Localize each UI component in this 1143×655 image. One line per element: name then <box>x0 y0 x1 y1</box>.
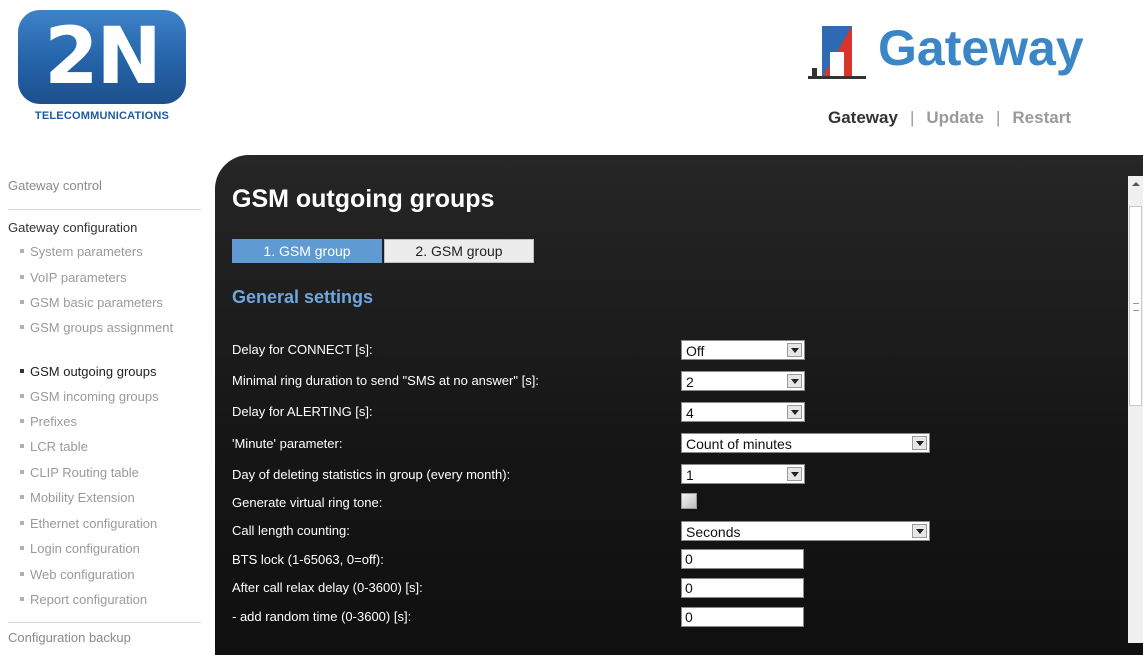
sidebar-item-login-configuration[interactable]: Login configuration <box>20 541 200 556</box>
sidebar-item-label: Web configuration <box>30 567 135 582</box>
tab-gsm-group-2[interactable]: 2. GSM group <box>384 239 534 263</box>
chevron-down-icon[interactable] <box>787 374 802 388</box>
sidebar-item-gsm-basic-parameters[interactable]: GSM basic parameters <box>20 295 200 310</box>
bullet-icon <box>20 394 24 398</box>
select-value: 4 <box>686 405 694 421</box>
label-delete-stats-day: Day of deleting statistics in group (eve… <box>232 467 511 482</box>
grip-icon <box>1133 303 1139 311</box>
scroll-up-arrow-icon[interactable] <box>1128 176 1143 192</box>
bullet-icon <box>20 325 24 329</box>
input-relax-delay[interactable] <box>681 578 804 598</box>
label-virtual-ring-tone: Generate virtual ring tone: <box>232 495 383 510</box>
bullet-icon <box>20 249 24 253</box>
label-delay-alerting: Delay for ALERTING [s]: <box>232 404 373 419</box>
logo-text: 2N <box>44 12 162 102</box>
select-delay-alerting[interactable]: 4 <box>681 402 805 422</box>
sidebar-item-gsm-outgoing-groups[interactable]: GSM outgoing groups <box>20 364 200 379</box>
sidebar-gateway-control[interactable]: Gateway control <box>8 178 102 193</box>
tab-gsm-group-1[interactable]: 1. GSM group <box>232 239 382 263</box>
section-title-general-settings: General settings <box>232 287 374 307</box>
sidebar-item-label: Ethernet configuration <box>30 516 158 531</box>
sidebar-item-label: Login configuration <box>30 541 140 556</box>
label-bts-lock: BTS lock (1-65063, 0=off): <box>232 552 384 567</box>
bullet-icon <box>20 419 24 423</box>
select-value: Seconds <box>686 524 741 540</box>
logo-subtitle: TELECOMMUNICATIONS <box>34 110 170 122</box>
input-bts-lock[interactable] <box>681 549 804 569</box>
sidebar-item-label: GSM outgoing groups <box>30 364 157 379</box>
chevron-down-icon[interactable] <box>912 436 927 450</box>
label-min-ring-duration: Minimal ring duration to send "SMS at no… <box>232 373 539 388</box>
bullet-icon <box>20 521 24 525</box>
sidebar-item-report-configuration[interactable]: Report configuration <box>20 592 200 607</box>
bullet-icon <box>20 300 24 304</box>
select-minute-parameter[interactable]: Count of minutes <box>681 433 930 453</box>
bullet-icon <box>20 495 24 499</box>
label-relax-delay: After call relax delay (0-3600) [s]: <box>232 580 423 595</box>
sidebar-item-gsm-incoming-groups[interactable]: GSM incoming groups <box>20 389 200 404</box>
sidebar-item-gsm-groups-assignment[interactable]: GSM groups assignment <box>20 320 200 335</box>
sidebar-divider <box>8 622 201 623</box>
bullet-icon <box>20 444 24 448</box>
sidebar-divider <box>8 209 201 210</box>
select-value: 1 <box>686 467 694 483</box>
sidebar-item-label: Prefixes <box>30 414 77 429</box>
sidebar-gateway-configuration[interactable]: Gateway configuration <box>8 220 137 235</box>
sidebar-item-label: Mobility Extension <box>30 490 135 505</box>
sidebar-item-prefixes[interactable]: Prefixes <box>20 414 200 429</box>
bullet-icon <box>20 369 24 373</box>
bullet-icon <box>20 597 24 601</box>
label-delay-connect: Delay for CONNECT [s]: <box>232 342 373 357</box>
sidebar-item-web-configuration[interactable]: Web configuration <box>20 567 200 582</box>
select-delay-connect[interactable]: Off <box>681 340 805 360</box>
sidebar-item-label: System parameters <box>30 244 143 259</box>
nav-separator: | <box>909 108 915 127</box>
sidebar-item-label: VoIP parameters <box>30 270 127 285</box>
sidebar-item-label: GSM basic parameters <box>30 295 163 310</box>
select-value: Off <box>686 343 705 359</box>
sidebar-item-label: Report configuration <box>30 592 148 607</box>
select-min-ring-duration[interactable]: 2 <box>681 371 805 391</box>
label-minute-parameter: 'Minute' parameter: <box>232 436 343 451</box>
label-random-time: - add random time (0-3600) [s]: <box>232 609 412 624</box>
nav-separator: | <box>995 108 1001 127</box>
select-delete-stats-day[interactable]: 1 <box>681 464 805 484</box>
sidebar-item-label: GSM incoming groups <box>30 389 159 404</box>
nav-restart[interactable]: Restart <box>1012 108 1071 127</box>
brand-logo: 2N <box>18 10 186 104</box>
sidebar-item-lcr-table[interactable]: LCR table <box>20 439 200 454</box>
sidebar-item-ethernet-configuration[interactable]: Ethernet configuration <box>20 516 200 531</box>
bullet-icon <box>20 470 24 474</box>
nav-update[interactable]: Update <box>926 108 984 127</box>
sidebar-item-label: CLIP Routing table <box>30 465 139 480</box>
bullet-icon <box>20 275 24 279</box>
product-name: Gateway <box>878 20 1084 76</box>
select-value: 2 <box>686 374 694 390</box>
chevron-down-icon[interactable] <box>787 343 802 357</box>
select-call-length-counting[interactable]: Seconds <box>681 521 930 541</box>
chevron-down-icon[interactable] <box>912 524 927 538</box>
sidebar-item-label: LCR table <box>30 439 88 454</box>
nav-gateway[interactable]: Gateway <box>828 108 898 127</box>
label-call-length-counting: Call length counting: <box>232 523 350 538</box>
input-random-time[interactable] <box>681 607 804 627</box>
page-title: GSM outgoing groups <box>232 185 495 213</box>
chevron-down-icon[interactable] <box>787 405 802 419</box>
vertical-scrollbar[interactable] <box>1128 176 1143 643</box>
checkbox-virtual-ring-tone[interactable] <box>681 493 697 509</box>
gateway-product-icon <box>808 26 866 79</box>
scrollbar-thumb[interactable] <box>1129 206 1142 406</box>
top-navigation: Gateway | Update | Restart <box>828 108 1143 128</box>
sidebar-item-system-parameters[interactable]: System parameters <box>20 244 200 259</box>
sidebar-item-label: GSM groups assignment <box>30 320 174 335</box>
select-value: Count of minutes <box>686 436 792 452</box>
sidebar-item-clip-routing-table[interactable]: CLIP Routing table <box>20 465 200 480</box>
sidebar-item-mobility-extension[interactable]: Mobility Extension <box>20 490 200 505</box>
chevron-down-icon[interactable] <box>787 467 802 481</box>
bullet-icon <box>20 546 24 550</box>
bullet-icon <box>20 572 24 576</box>
sidebar-item-voip-parameters[interactable]: VoIP parameters <box>20 270 200 285</box>
